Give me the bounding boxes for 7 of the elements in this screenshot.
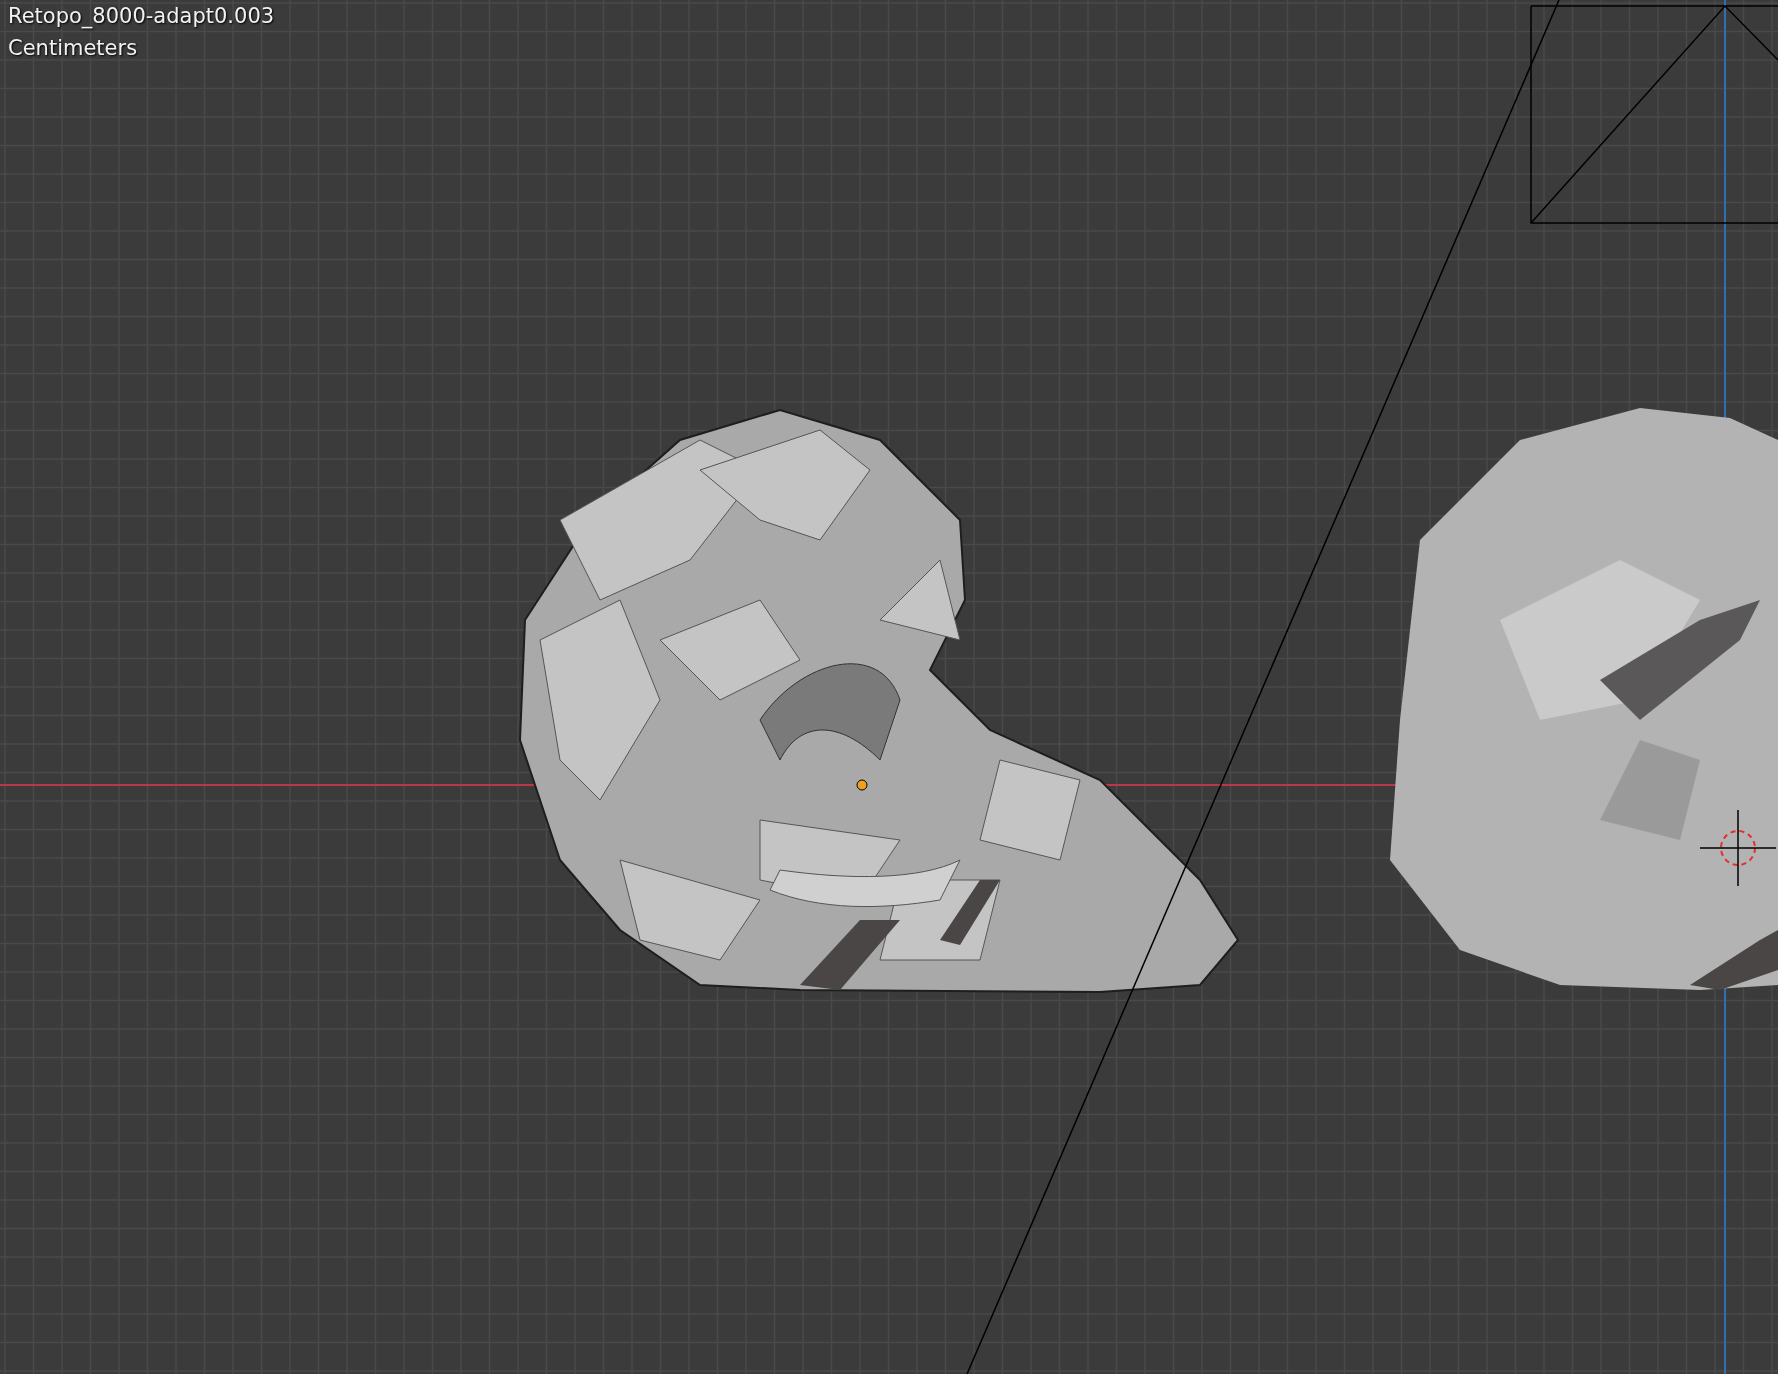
3d-cursor-icon[interactable] (1699, 809, 1777, 887)
origin-dot (856, 779, 868, 791)
units-label: Centimeters (8, 36, 139, 60)
shaded-mesh-drawing[interactable] (1390, 408, 1778, 990)
object-name-label: Retopo_8000-adapt0.003 (8, 4, 275, 28)
sculpted-mesh-drawing[interactable] (519, 408, 1240, 993)
3d-viewport[interactable]: Retopo_8000-adapt0.003 Centimeters (0, 0, 1778, 1374)
